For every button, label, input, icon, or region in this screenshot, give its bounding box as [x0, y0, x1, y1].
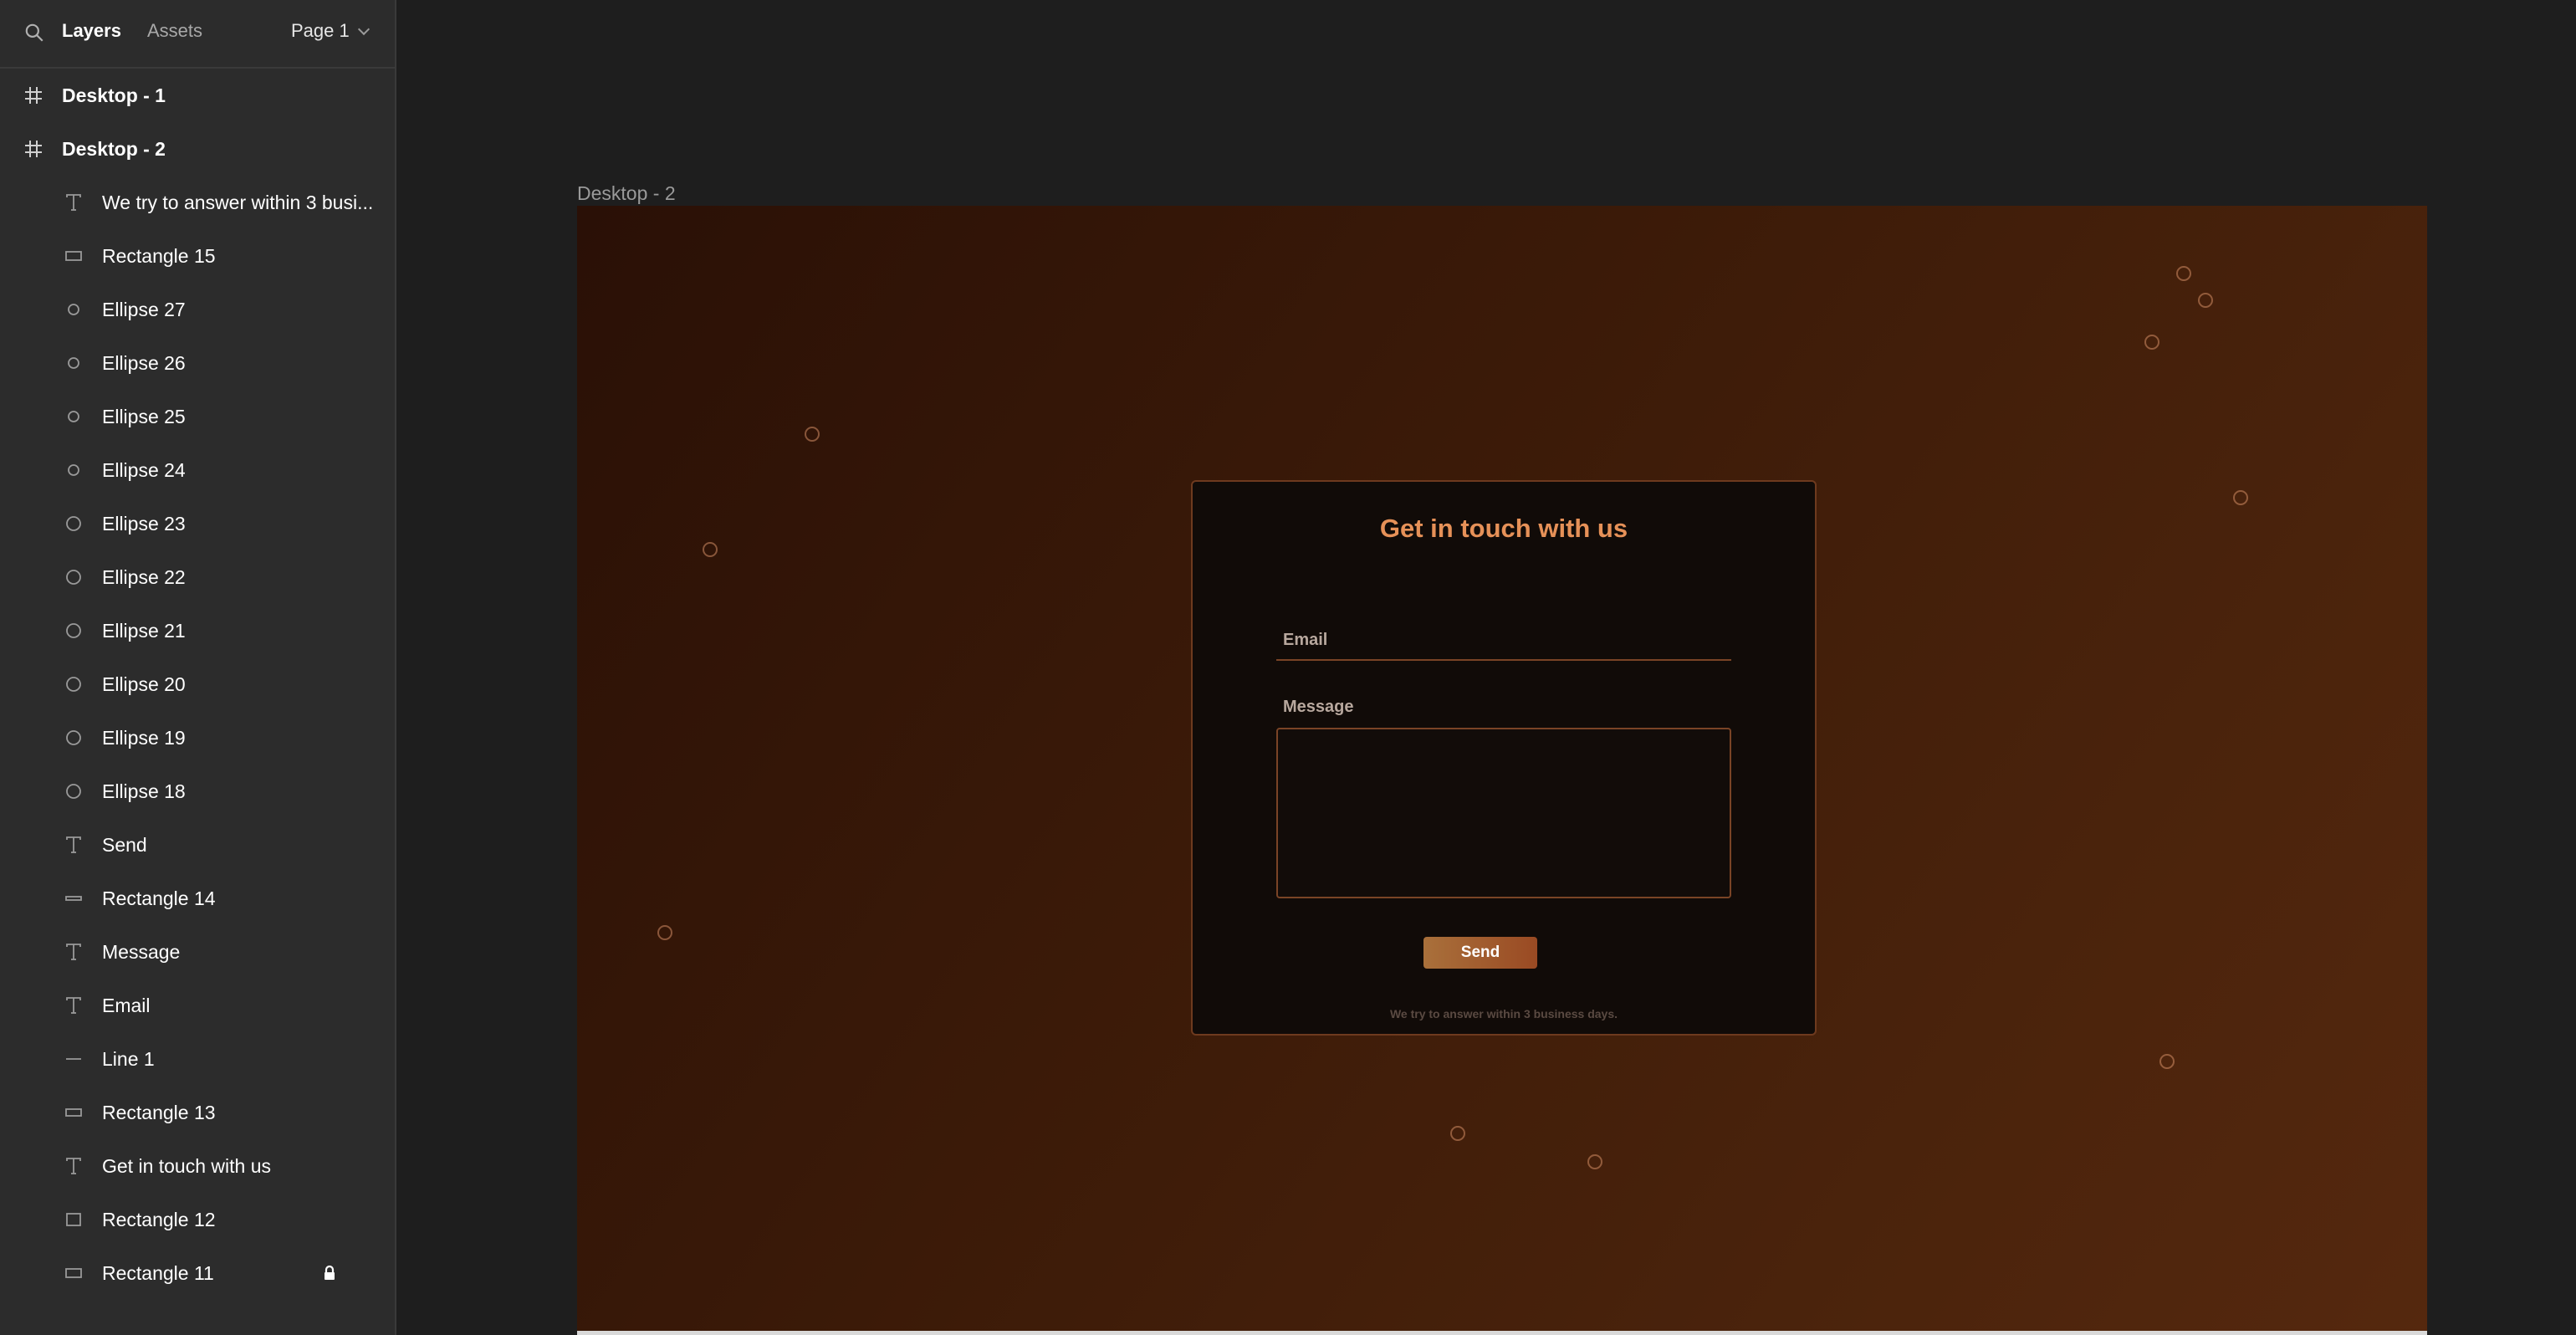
rectangle-icon — [65, 251, 82, 261]
layer-label: Ellipse 21 — [102, 620, 186, 642]
layer-row-desktop-1[interactable]: Desktop - 1 — [0, 69, 395, 122]
layer-row[interactable]: Send — [0, 818, 395, 872]
ellipse-icon — [68, 304, 79, 315]
ellipse-decoration[interactable] — [2159, 1054, 2175, 1069]
panel-header: Layers Assets Page 1 — [0, 0, 395, 69]
rectangle-icon — [65, 1108, 82, 1117]
tab-layers[interactable]: Layers — [62, 20, 121, 42]
layer-row[interactable]: Ellipse 25 — [0, 390, 395, 443]
layer-row[interactable]: Email — [0, 979, 395, 1032]
layer-row[interactable]: Ellipse 19 — [0, 711, 395, 765]
frame-icon — [25, 87, 42, 104]
layer-label: Desktop - 2 — [62, 138, 166, 160]
ellipse-icon — [66, 516, 81, 531]
layer-row[interactable]: We try to answer within 3 busi... — [0, 176, 395, 229]
layer-label: Message — [102, 941, 181, 963]
ellipse-icon — [68, 411, 79, 422]
rectangle-icon — [65, 896, 82, 901]
ellipse-icon — [68, 464, 79, 476]
artboard-edge — [577, 1331, 2427, 1335]
layer-row[interactable]: Rectangle 12 — [0, 1193, 395, 1246]
message-textarea[interactable] — [1276, 728, 1731, 898]
ellipse-decoration[interactable] — [2198, 293, 2213, 308]
layer-label: Ellipse 19 — [102, 727, 186, 749]
ellipse-decoration[interactable] — [805, 427, 820, 442]
ellipse-icon — [66, 570, 81, 585]
ellipse-decoration[interactable] — [2233, 490, 2248, 505]
ellipse-decoration[interactable] — [657, 925, 672, 940]
text-icon — [66, 194, 81, 211]
layer-label: Rectangle 11 — [102, 1262, 214, 1284]
frame-icon — [25, 141, 42, 157]
line-icon — [66, 1058, 81, 1060]
text-icon — [66, 944, 81, 960]
layer-label: Desktop - 1 — [62, 84, 166, 106]
layer-row[interactable]: Line 1 — [0, 1032, 395, 1086]
artboard-desktop-2[interactable]: Get in touch with us Email Message Send … — [577, 206, 2427, 1332]
ellipse-icon — [66, 623, 81, 638]
email-label[interactable]: Email — [1283, 631, 1327, 650]
ellipse-decoration[interactable] — [2176, 266, 2191, 281]
layer-label: Get in touch with us — [102, 1155, 271, 1177]
layer-row[interactable]: Ellipse 22 — [0, 550, 395, 604]
layer-label: Ellipse 25 — [102, 406, 186, 427]
layer-label: Ellipse 26 — [102, 352, 186, 374]
layer-row[interactable]: Rectangle 13 — [0, 1086, 395, 1139]
layer-label: Ellipse 18 — [102, 780, 186, 802]
layer-label: Line 1 — [102, 1048, 155, 1070]
layer-label: Ellipse 20 — [102, 673, 186, 695]
page-select[interactable]: Page 1 — [291, 20, 370, 42]
frame-label[interactable]: Desktop - 2 — [577, 182, 676, 205]
layer-label: Ellipse 24 — [102, 459, 186, 481]
ellipse-icon — [66, 677, 81, 692]
layer-row[interactable]: Ellipse 26 — [0, 336, 395, 390]
layer-row[interactable]: Message — [0, 925, 395, 979]
contact-form-card[interactable]: Get in touch with us Email Message Send … — [1191, 480, 1817, 1036]
response-time-note[interactable]: We try to answer within 3 business days. — [1193, 1007, 1815, 1020]
send-button[interactable]: Send — [1423, 937, 1537, 969]
layer-label: Rectangle 12 — [102, 1209, 216, 1230]
layer-label: Rectangle 15 — [102, 245, 216, 267]
layer-row[interactable]: Ellipse 18 — [0, 765, 395, 818]
layer-row[interactable]: Ellipse 24 — [0, 443, 395, 497]
tab-assets[interactable]: Assets — [147, 20, 202, 42]
layer-label: Send — [102, 834, 147, 856]
layer-row[interactable]: Ellipse 23 — [0, 497, 395, 550]
layers-panel: Layers Assets Page 1 Desktop - 1 Desktop… — [0, 0, 396, 1335]
ellipse-icon — [66, 784, 81, 799]
ellipse-icon — [66, 730, 81, 745]
layer-label: Ellipse 27 — [102, 299, 186, 320]
message-label[interactable]: Message — [1283, 698, 1354, 717]
layer-row[interactable]: Ellipse 21 — [0, 604, 395, 657]
layer-label: Email — [102, 995, 151, 1016]
chevron-down-icon — [357, 23, 370, 36]
layer-label: Ellipse 22 — [102, 566, 186, 588]
layer-row[interactable]: Ellipse 20 — [0, 657, 395, 711]
rectangle-icon — [65, 1268, 82, 1278]
ellipse-decoration[interactable] — [2144, 335, 2159, 350]
ellipse-decoration[interactable] — [703, 542, 718, 557]
lock-icon[interactable] — [319, 1263, 340, 1283]
form-title[interactable]: Get in touch with us — [1193, 514, 1815, 544]
ellipse-decoration[interactable] — [1450, 1126, 1465, 1141]
layer-row[interactable]: Get in touch with us — [0, 1139, 395, 1193]
layer-label: Rectangle 14 — [102, 887, 216, 909]
rectangle-icon — [66, 1213, 81, 1226]
layer-row[interactable]: Ellipse 27 — [0, 283, 395, 336]
ellipse-decoration[interactable] — [1587, 1154, 1602, 1169]
ellipse-icon — [68, 357, 79, 369]
text-icon — [66, 836, 81, 853]
email-underline[interactable] — [1276, 659, 1731, 661]
layer-row-desktop-2[interactable]: Desktop - 2 — [0, 122, 395, 176]
layer-label: Rectangle 13 — [102, 1102, 216, 1123]
search-icon[interactable] — [23, 22, 45, 43]
layer-label: Ellipse 23 — [102, 513, 186, 535]
layer-label: We try to answer within 3 busi... — [102, 192, 374, 213]
layer-row[interactable]: Rectangle 11 — [0, 1246, 395, 1300]
page-select-label: Page 1 — [291, 20, 350, 41]
layer-row[interactable]: Rectangle 14 — [0, 872, 395, 925]
text-icon — [66, 997, 81, 1014]
text-icon — [66, 1158, 81, 1174]
layer-row[interactable]: Rectangle 15 — [0, 229, 395, 283]
